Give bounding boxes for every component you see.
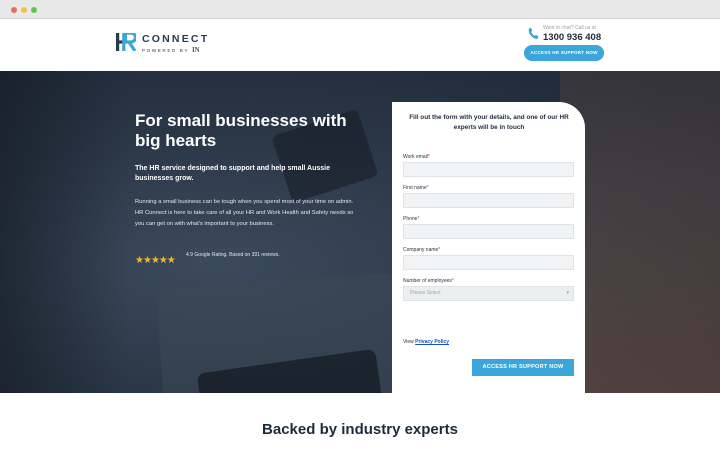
employees-select-value: Please Select [410, 290, 441, 296]
company-name-field[interactable] [403, 255, 574, 270]
hero-section: For small businesses with big hearts The… [0, 71, 720, 393]
hr-logo-mark-icon [116, 33, 136, 51]
work-email-field[interactable] [403, 162, 574, 177]
work-email-label: Work email* [403, 154, 430, 160]
company-name-label: Company name* [403, 247, 441, 253]
phone-field[interactable] [403, 224, 574, 239]
hr-connect-logo[interactable]: CONNECT POWERED BY IN [116, 31, 216, 61]
contact-label: Want to chat? Call us at [543, 25, 596, 31]
header-cta-button[interactable]: ACCESS HR SUPPORT NOW [524, 45, 604, 61]
hero-subtitle: The HR service designed to support and h… [135, 165, 331, 182]
privacy-policy-link[interactable]: Privacy Policy [415, 339, 449, 345]
chevron-down-icon: ▾ [566, 290, 569, 296]
first-name-label: First name* [403, 185, 429, 191]
form-heading: Fill out the form with your details, and… [409, 114, 569, 131]
hero-bg-shade [0, 71, 130, 393]
privacy-line: View Privacy Policy [403, 339, 450, 345]
star-icon: ★ [166, 255, 176, 266]
submit-button[interactable]: ACCESS HR SUPPORT NOW [472, 359, 574, 376]
lead-form: Fill out the form with your details, and… [392, 102, 585, 393]
hero-title: For small businesses with big hearts [135, 111, 347, 150]
phone-label: Phone* [403, 216, 420, 222]
google-rating-text: 4.9 Google Rating. Based on 391 reviews. [186, 252, 280, 258]
site-header: CONNECT POWERED BY IN Want to chat? Call… [0, 19, 720, 71]
employees-label: Number of employees* [403, 278, 454, 284]
employees-select[interactable]: Please Select ▾ [403, 286, 574, 301]
section-title: Backed by industry experts [262, 421, 458, 438]
maximize-window-button[interactable] [31, 7, 37, 13]
phone-icon [528, 27, 539, 39]
logo-wordmark: CONNECT [142, 33, 210, 45]
rating-stars: ★★★★★ [135, 250, 176, 266]
logo-powered-by: POWERED BY IN [142, 46, 200, 54]
contact-phone-number[interactable]: 1300 936 408 [543, 32, 601, 43]
hero-body-text: Running a small business can be tough wh… [135, 199, 354, 227]
contact-block: Want to chat? Call us at 1300 936 408 [528, 25, 608, 45]
browser-title-bar [0, 0, 720, 19]
minimize-window-button[interactable] [21, 7, 27, 13]
logo-parent-brand: IN [191, 46, 200, 54]
close-window-button[interactable] [11, 7, 17, 13]
first-name-field[interactable] [403, 193, 574, 208]
